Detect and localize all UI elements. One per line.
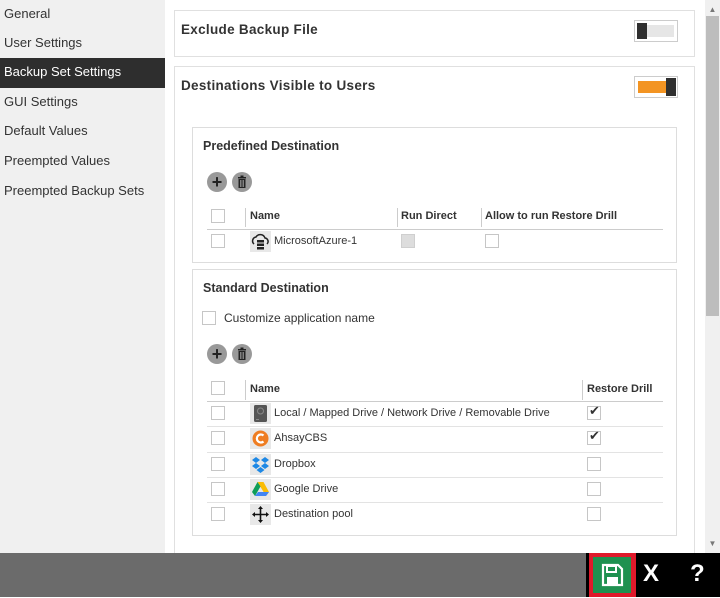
check-icon: ✔: [589, 403, 600, 418]
azure-cloud-icon: [250, 231, 271, 252]
predefined-add-button[interactable]: +: [207, 172, 227, 192]
save-button-inner: [593, 557, 631, 593]
scroll-down-arrow-icon[interactable]: ▼: [705, 536, 720, 551]
sidebar-item-general[interactable]: General: [0, 0, 165, 30]
toggle-track: [638, 81, 668, 93]
check-icon: ✔: [589, 428, 600, 443]
standard-col-restore-drill: Restore Drill: [587, 383, 653, 395]
predefined-destination-section: Predefined Destination + Name Run Direct…: [192, 127, 677, 263]
predefined-col-name: Name: [250, 210, 280, 222]
restore-drill-checkbox[interactable]: ✔: [587, 428, 601, 445]
predefined-delete-button[interactable]: [232, 172, 252, 192]
trash-icon: [238, 347, 246, 360]
row-name: MicrosoftAzure-1: [274, 235, 358, 247]
header-divider: [207, 401, 663, 402]
sidebar-item-preempted-backup-sets[interactable]: Preempted Backup Sets: [0, 177, 165, 207]
scrollbar-thumb[interactable]: [706, 16, 719, 316]
destinations-visible-toggle[interactable]: [634, 76, 678, 98]
row-select-checkbox[interactable]: [211, 406, 225, 420]
row-name: Local / Mapped Drive / Network Drive / R…: [274, 407, 550, 419]
customize-app-name-checkbox[interactable]: [202, 311, 216, 325]
exclude-backup-file-panel: Exclude Backup File: [174, 10, 695, 57]
standard-add-button[interactable]: +: [207, 344, 227, 364]
row-divider: [207, 426, 663, 427]
restore-drill-checkbox[interactable]: [485, 234, 499, 248]
predefined-col-restore-drill: Allow to run Restore Drill: [485, 210, 618, 222]
save-button[interactable]: [589, 553, 636, 597]
row-name: Google Drive: [274, 483, 339, 495]
column-divider: [397, 208, 398, 227]
column-divider: [582, 380, 583, 400]
sidebar-item-preempted-values[interactable]: Preempted Values: [0, 147, 165, 177]
dropbox-icon: [250, 454, 271, 475]
sidebar-item-backup-set-settings[interactable]: Backup Set Settings: [0, 58, 165, 88]
toggle-knob: [637, 23, 647, 39]
row-divider: [207, 452, 663, 453]
row-select-checkbox[interactable]: [211, 457, 225, 471]
save-icon: [601, 563, 624, 587]
destinations-visible-panel: Destinations Visible to Users Predefined…: [174, 66, 695, 553]
exclude-backup-file-title: Exclude Backup File: [181, 22, 318, 37]
header-divider: [207, 229, 663, 230]
sidebar: General User Settings Backup Set Setting…: [0, 0, 165, 553]
help-button[interactable]: ?: [690, 560, 705, 588]
plus-icon: +: [211, 344, 223, 364]
close-button[interactable]: X: [643, 560, 659, 588]
main-content: Exclude Backup File Destinations Visible…: [165, 0, 705, 553]
restore-drill-checkbox[interactable]: [587, 457, 601, 471]
exclude-backup-file-toggle[interactable]: [634, 20, 678, 42]
row-select-checkbox[interactable]: [211, 234, 225, 248]
vertical-scrollbar[interactable]: ▲ ▼: [705, 0, 720, 553]
standard-col-name: Name: [250, 383, 280, 395]
restore-drill-checkbox[interactable]: ✔: [587, 403, 601, 420]
row-name: Dropbox: [274, 458, 316, 470]
column-divider: [245, 380, 246, 400]
standard-select-all-checkbox[interactable]: [211, 381, 225, 395]
restore-drill-checkbox[interactable]: [587, 482, 601, 496]
predefined-select-all-checkbox[interactable]: [211, 209, 225, 223]
predefined-destination-title: Predefined Destination: [203, 139, 340, 153]
column-divider: [245, 208, 246, 227]
row-select-checkbox[interactable]: [211, 431, 225, 445]
scroll-up-arrow-icon[interactable]: ▲: [705, 2, 720, 17]
standard-destination-title: Standard Destination: [203, 281, 329, 295]
row-name: AhsayCBS: [274, 432, 328, 444]
row-divider: [207, 502, 663, 503]
ahsaycbs-icon: [250, 428, 271, 449]
destination-pool-icon: [250, 504, 271, 525]
customize-app-name-label: Customize application name: [224, 311, 375, 325]
sidebar-item-user-settings[interactable]: User Settings: [0, 29, 165, 59]
row-name: Destination pool: [274, 508, 353, 520]
destinations-visible-title: Destinations Visible to Users: [181, 78, 376, 93]
toggle-knob: [666, 78, 676, 96]
predefined-col-run-direct: Run Direct: [401, 210, 457, 222]
restore-drill-checkbox[interactable]: [587, 507, 601, 521]
row-select-checkbox[interactable]: [211, 507, 225, 521]
google-drive-icon: [250, 479, 271, 500]
trash-icon: [238, 175, 246, 188]
standard-destination-section: Standard Destination Customize applicati…: [192, 269, 677, 536]
local-drive-icon: [250, 403, 271, 424]
row-select-checkbox[interactable]: [211, 482, 225, 496]
run-direct-checkbox: [401, 234, 415, 248]
sidebar-item-gui-settings[interactable]: GUI Settings: [0, 88, 165, 118]
row-divider: [207, 477, 663, 478]
standard-delete-button[interactable]: [232, 344, 252, 364]
plus-icon: +: [211, 172, 223, 192]
sidebar-item-default-values[interactable]: Default Values: [0, 117, 165, 147]
column-divider: [481, 208, 482, 227]
